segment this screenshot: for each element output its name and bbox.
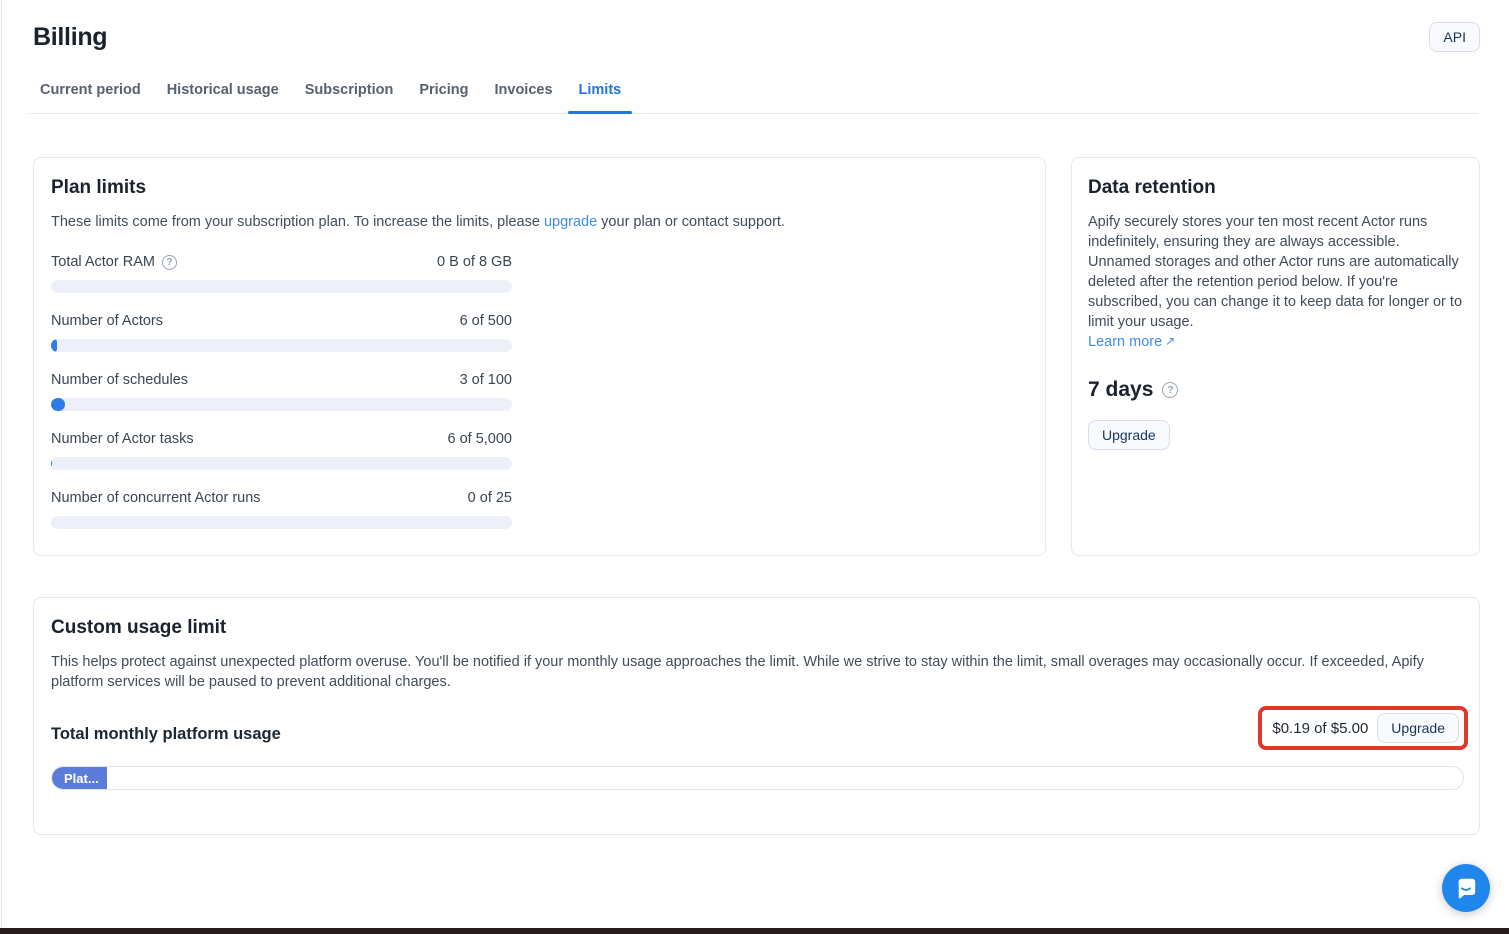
api-button[interactable]: API (1429, 22, 1480, 52)
taskbar-edge (0, 928, 1509, 934)
plan-limit-row: Number of Actor tasks 6 of 5,000 (51, 431, 512, 470)
custom-usage-limit-description: This helps protect against unexpected pl… (51, 652, 1453, 692)
limit-value: 6 of 5,000 (448, 431, 513, 447)
limit-label: Number of concurrent Actor runs (51, 490, 261, 506)
plan-limits-description-text: These limits come from your subscription… (51, 214, 544, 230)
plan-limit-row: Number of Actors 6 of 500 (51, 313, 512, 352)
plan-limits-description-text-2: your plan or contact support. (597, 214, 785, 230)
limit-progress-bar (51, 457, 512, 470)
limit-progress-bar (51, 398, 512, 411)
tab-pricing[interactable]: Pricing (408, 81, 479, 100)
plan-limit-row: Number of concurrent Actor runs 0 of 25 (51, 490, 512, 529)
annotation-highlight-box: $0.19 of $5.00 Upgrade (1258, 706, 1468, 750)
billing-page: Billing API Current periodHistorical usa… (0, 0, 1509, 934)
usage-segment-label: Plat... (64, 771, 99, 786)
limit-label: Total Actor RAM (51, 254, 177, 270)
limit-value: 3 of 100 (460, 372, 512, 388)
page-header: Billing API (33, 22, 1480, 52)
upgrade-link[interactable]: upgrade (544, 214, 597, 230)
learn-more-link[interactable]: Learn more↗ (1088, 334, 1175, 350)
page-title: Billing (33, 23, 107, 52)
limit-progress-bar (51, 516, 512, 529)
tab-historical-usage[interactable]: Historical usage (156, 81, 290, 100)
chat-launcher-button[interactable] (1442, 864, 1490, 912)
chat-bubble-icon (1453, 875, 1479, 901)
tab-invoices[interactable]: Invoices (484, 81, 564, 100)
platform-usage-segment: Plat... (52, 767, 107, 789)
billing-tabs: Current periodHistorical usageSubscripti… (29, 81, 1478, 114)
help-icon[interactable] (162, 255, 177, 270)
tab-current-period[interactable]: Current period (29, 81, 152, 100)
tab-limits[interactable]: Limits (568, 81, 633, 100)
plan-limits-card: Plan limits These limits come from your … (33, 157, 1046, 556)
data-retention-title: Data retention (1088, 177, 1463, 199)
limit-progress-fill (51, 457, 52, 470)
limit-value: 6 of 500 (460, 313, 512, 329)
data-retention-description-text: Apify securely stores your ten most rece… (1088, 214, 1462, 330)
limit-value: 0 B of 8 GB (437, 254, 512, 270)
limit-progress-fill (51, 398, 65, 411)
custom-limit-upgrade-button[interactable]: Upgrade (1377, 713, 1459, 743)
help-icon[interactable] (1162, 382, 1178, 398)
limit-label: Number of schedules (51, 372, 188, 388)
plan-limits-description: These limits come from your subscription… (51, 212, 1028, 232)
custom-usage-limit-card: Custom usage limit This helps protect ag… (33, 597, 1480, 835)
usage-label: Total monthly platform usage (51, 725, 1462, 744)
external-link-icon: ↗ (1165, 334, 1175, 348)
tab-subscription[interactable]: Subscription (294, 81, 405, 100)
plan-limit-row: Number of schedules 3 of 100 (51, 372, 512, 411)
limit-label: Number of Actor tasks (51, 431, 194, 447)
plan-limits-title: Plan limits (51, 177, 1028, 199)
retention-period-row: 7 days (1088, 378, 1463, 402)
limit-value: 0 of 25 (468, 490, 512, 506)
plan-limit-row: Total Actor RAM 0 B of 8 GB (51, 254, 512, 293)
platform-usage-bar: Plat... (51, 766, 1464, 790)
retention-period-value: 7 days (1088, 378, 1153, 402)
data-retention-description: Apify securely stores your ten most rece… (1088, 212, 1463, 352)
plan-limit-rows: Total Actor RAM 0 B of 8 GB Number of Acto… (51, 254, 512, 529)
window-left-border (1, 0, 2, 928)
usage-header: Total monthly platform usage (51, 725, 1462, 744)
usage-value: $0.19 of $5.00 (1272, 720, 1368, 737)
limit-label: Number of Actors (51, 313, 163, 329)
custom-usage-limit-title: Custom usage limit (51, 617, 1462, 639)
limit-progress-bar (51, 339, 512, 352)
data-retention-card: Data retention Apify securely stores you… (1071, 157, 1480, 556)
limit-progress-fill (51, 339, 57, 352)
learn-more-label: Learn more (1088, 334, 1162, 350)
limit-progress-bar (51, 280, 512, 293)
data-retention-upgrade-button[interactable]: Upgrade (1088, 420, 1170, 450)
